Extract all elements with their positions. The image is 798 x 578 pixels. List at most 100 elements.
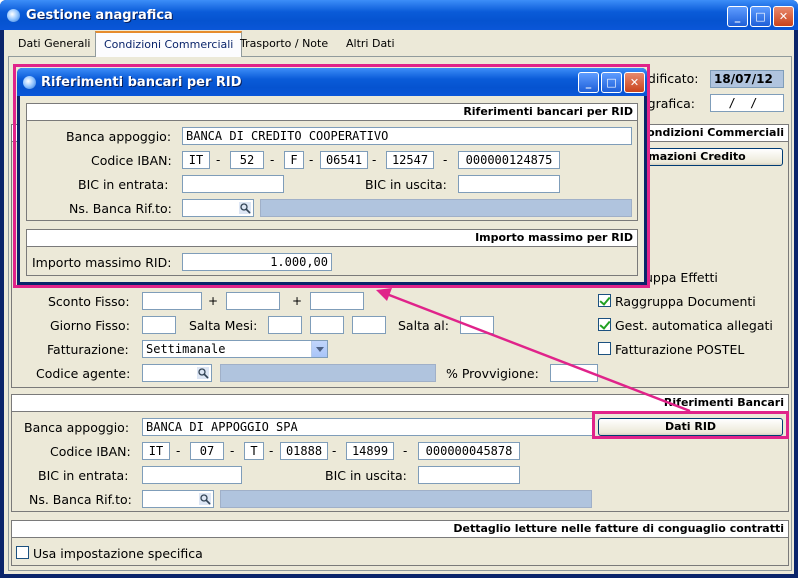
iban-separator: - (332, 444, 337, 458)
tab-trasporto-note[interactable]: Trasporto / Note (232, 34, 336, 56)
salta-mesi-label: Salta Mesi: (189, 318, 258, 333)
agente-description-field (220, 364, 436, 382)
title-bar[interactable]: Gestione anagrafica _ □ ✕ (0, 0, 798, 30)
bic-uscita-label: BIC in uscita: (325, 468, 407, 483)
chevron-down-icon[interactable] (311, 341, 327, 357)
sconto-fisso-2-input[interactable] (226, 292, 280, 310)
iban-separator: - (269, 444, 274, 458)
anagrafica-date-field[interactable]: / / (710, 94, 784, 112)
tab-condizioni-commerciali[interactable]: Condizioni Commerciali (95, 31, 243, 57)
codice-iban-label: Codice IBAN: (50, 444, 131, 459)
iban-separator: - (443, 153, 448, 167)
dialog-title-bar[interactable]: Riferimenti bancari per RID _ □ ✕ (17, 68, 647, 96)
dialog-ns-banca-input[interactable] (182, 199, 254, 217)
iban-cab-input[interactable]: 14899 (346, 442, 394, 460)
plus-sign-1: + (208, 294, 219, 308)
window-title: Gestione anagrafica (26, 8, 173, 23)
dialog-app-icon (23, 76, 36, 89)
dialog-iban-country-input[interactable]: IT (182, 151, 210, 169)
search-icon[interactable] (199, 493, 211, 505)
ns-banca-description-field (220, 490, 592, 508)
codice-agente-label: Codice agente: (36, 366, 131, 381)
search-icon[interactable] (197, 367, 209, 379)
dialog-minimize-button[interactable]: _ (578, 72, 599, 93)
gest-allegati-checkbox[interactable] (598, 318, 611, 331)
fatturazione-postel-label: Fatturazione POSTEL (615, 342, 745, 357)
sconto-fisso-label: Sconto Fisso: (48, 294, 130, 309)
bank-section-header: Riferimenti Bancari (11, 394, 789, 412)
dialog-maximize-button[interactable]: □ (601, 72, 622, 93)
importo-massimo-label: Importo massimo RID: (32, 255, 172, 270)
dialog-iban-abi-input[interactable]: 06541 (320, 151, 368, 169)
iban-separator: - (309, 153, 314, 167)
iban-country-input[interactable]: IT (142, 442, 170, 460)
app-icon (7, 9, 20, 22)
modificato-field: 18/07/12 (710, 70, 784, 88)
dialog-banca-input[interactable]: BANCA DI CREDITO COOPERATIVO (182, 127, 632, 145)
sconto-fisso-3-input[interactable] (310, 292, 364, 310)
dialog-close-button[interactable]: ✕ (624, 72, 645, 93)
salta-al-input[interactable] (460, 316, 494, 334)
dialog-importo-section-header: Importo massimo per RID (26, 229, 638, 247)
iban-check-input[interactable]: 07 (190, 442, 224, 460)
sconto-fisso-1-input[interactable] (142, 292, 202, 310)
importo-massimo-input[interactable]: 1.000,00 (182, 253, 332, 271)
close-button[interactable]: ✕ (773, 6, 794, 27)
bic-uscita-input[interactable] (418, 466, 520, 484)
iban-separator: - (372, 153, 377, 167)
dialog-iban-cin-input[interactable]: F (284, 151, 304, 169)
letture-section-header: Dettaglio letture nelle fatture di congu… (11, 520, 789, 538)
fatturazione-select[interactable]: Settimanale (142, 340, 328, 358)
salta-mesi-1-input[interactable] (268, 316, 302, 334)
usa-impostazione-label: Usa impostazione specifica (33, 546, 203, 561)
maximize-button[interactable]: □ (750, 6, 771, 27)
dialog-ns-banca-description-field (260, 199, 632, 217)
search-icon[interactable] (239, 202, 251, 214)
iban-separator: - (230, 444, 235, 458)
dialog-iban-check-input[interactable]: 52 (230, 151, 264, 169)
iban-separator: - (216, 153, 221, 167)
dialog-bic-uscita-label: BIC in uscita: (365, 177, 447, 192)
dati-rid-highlight (592, 411, 789, 439)
usa-impostazione-checkbox[interactable] (16, 546, 29, 559)
iban-separator: - (176, 444, 181, 458)
salta-mesi-2-input[interactable] (310, 316, 344, 334)
provvigione-label: % Provvigione: (446, 366, 539, 381)
plus-sign-2: + (292, 294, 303, 308)
iban-cin-input[interactable]: T (244, 442, 264, 460)
iban-abi-input[interactable]: 01888 (280, 442, 328, 460)
tab-altri-dati[interactable]: Altri Dati (338, 34, 403, 56)
dialog-bic-uscita-input[interactable] (458, 175, 560, 193)
bic-entrata-label: BIC in entrata: (38, 468, 129, 483)
dialog-iban-label: Codice IBAN: (91, 153, 172, 168)
iban-conto-input[interactable]: 000000045878 (418, 442, 520, 460)
fatturazione-postel-checkbox[interactable] (598, 342, 611, 355)
fatturazione-value: Settimanale (146, 342, 226, 356)
dialog-title: Riferimenti bancari per RID (41, 75, 242, 90)
dialog-ns-banca-label: Ns. Banca Rif.to: (69, 201, 172, 216)
giorno-fisso-input[interactable] (142, 316, 176, 334)
gest-allegati-label: Gest. automatica allegati (615, 318, 773, 333)
salta-mesi-3-input[interactable] (352, 316, 386, 334)
ns-banca-label: Ns. Banca Rif.to: (29, 492, 132, 507)
raggruppa-documenti-checkbox[interactable] (598, 294, 611, 307)
banca-appoggio-input[interactable]: BANCA DI APPOGGIO SPA (142, 418, 594, 436)
ns-banca-input[interactable] (142, 490, 214, 508)
bic-entrata-input[interactable] (142, 466, 242, 484)
tab-dati-generali[interactable]: Dati Generali (10, 34, 98, 56)
dialog-iban-conto-input[interactable]: 000000124875 (458, 151, 560, 169)
iban-separator: - (270, 153, 275, 167)
codice-agente-input[interactable] (142, 364, 212, 382)
fatturazione-label: Fatturazione: (47, 342, 129, 357)
dialog-bic-entrata-label: BIC in entrata: (78, 177, 169, 192)
raggruppa-documenti-label: Raggruppa Documenti (615, 294, 756, 309)
giorno-fisso-label: Giorno Fisso: (50, 318, 130, 333)
raggruppa-effetti-label: uppa Effetti (645, 270, 718, 285)
minimize-button[interactable]: _ (727, 6, 748, 27)
dialog-iban-cab-input[interactable]: 12547 (386, 151, 434, 169)
provvigione-input[interactable] (550, 364, 598, 382)
dialog-bic-entrata-input[interactable] (182, 175, 284, 193)
banca-appoggio-label: Banca appoggio: (24, 420, 130, 435)
iban-separator: - (403, 444, 408, 458)
dialog-rid-section-header: Riferimenti bancari per RID (26, 103, 638, 121)
